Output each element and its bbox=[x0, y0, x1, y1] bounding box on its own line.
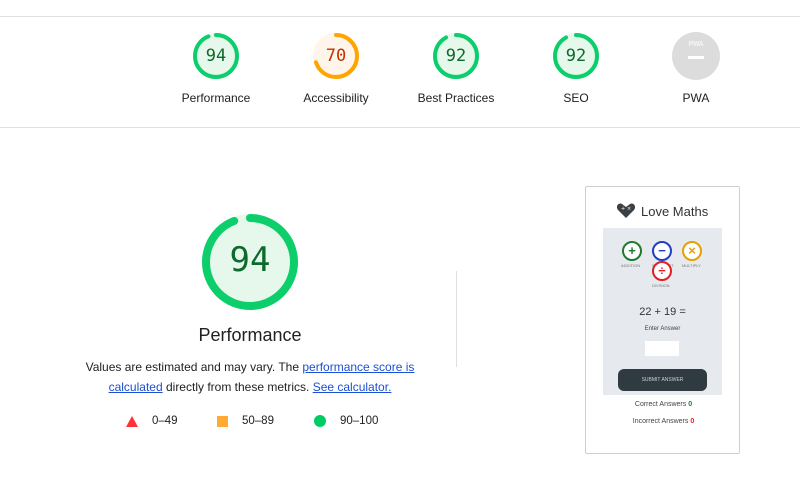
thumb-incorrect-label: Incorrect Answers bbox=[632, 418, 689, 425]
thumb-submit-button: SUBMIT ANSWER bbox=[618, 369, 707, 391]
multiply-icon: × bbox=[682, 241, 702, 261]
legend-range: 50–89 bbox=[242, 415, 274, 427]
svg-text:×: × bbox=[627, 206, 631, 212]
desc-text: Values are estimated and may vary. The bbox=[85, 360, 303, 374]
svg-text:+: + bbox=[621, 206, 625, 212]
gauge-ring: 70 bbox=[312, 32, 360, 80]
op-label: ADDITION bbox=[621, 263, 641, 268]
performance-title: Performance bbox=[198, 325, 302, 345]
gauge-score: 92 bbox=[565, 46, 587, 66]
addition-icon: + bbox=[622, 241, 642, 261]
gauge-label: SEO bbox=[563, 91, 589, 105]
gauge-ring: 94 bbox=[192, 32, 240, 80]
op-label: MULTIPLY bbox=[682, 263, 701, 268]
gauge-label: PWA bbox=[682, 91, 710, 105]
gauge-ring: 92 bbox=[432, 32, 480, 80]
thumb-enter-answer: Enter Answer bbox=[644, 326, 681, 332]
thumb-incorrect-value: 0 bbox=[690, 418, 695, 425]
gauge-score: 92 bbox=[445, 46, 467, 66]
pwa-dash bbox=[688, 56, 704, 59]
gauge-label: Best Practices bbox=[417, 91, 495, 105]
gauge-accessibility[interactable]: 70 Accessibility bbox=[276, 32, 396, 105]
performance-main-score: 94 bbox=[229, 240, 271, 280]
heart-logo-icon: + × bbox=[616, 203, 636, 218]
divider bbox=[456, 271, 457, 367]
legend-average: 50–89 bbox=[217, 415, 274, 427]
legend-range: 90–100 bbox=[340, 415, 379, 427]
thumb-answer-box bbox=[645, 341, 679, 356]
thumb-game-area: + ADDITION − SUBTRACT × MULTIPLY ÷ DIVIS… bbox=[603, 228, 722, 395]
op-label: DIVISION bbox=[652, 283, 670, 288]
gauge-seo[interactable]: 92 SEO bbox=[516, 32, 636, 105]
desc-text: directly from these metrics. bbox=[162, 380, 313, 394]
thumb-brand: + × Love Maths bbox=[616, 203, 708, 219]
gauge-pwa[interactable]: PWA PWA bbox=[636, 32, 756, 105]
legend-fail: 0–49 bbox=[126, 415, 178, 427]
gauge-performance[interactable]: 94 Performance bbox=[156, 32, 276, 105]
thumb-correct-label: Correct Answers bbox=[634, 401, 687, 408]
performance-description: Values are estimated and may vary. The p… bbox=[70, 357, 430, 397]
gauge-score: 70 bbox=[325, 46, 347, 66]
thumb-correct-value: 0 bbox=[688, 401, 693, 408]
pwa-badge-text: PWA bbox=[688, 41, 704, 48]
circle-icon bbox=[314, 415, 326, 427]
triangle-icon bbox=[126, 415, 138, 427]
pwa-badge-icon: PWA bbox=[672, 32, 720, 80]
division-icon: ÷ bbox=[652, 261, 672, 281]
gauge-label: Accessibility bbox=[303, 91, 369, 105]
gauge-ring: 92 bbox=[552, 32, 600, 80]
thumb-incorrect: Incorrect Answers 0 bbox=[586, 418, 741, 425]
gauge-score: 94 bbox=[205, 46, 227, 66]
thumb-equation: 22 + 19 = bbox=[639, 306, 686, 318]
gauge-label: Performance bbox=[181, 91, 251, 105]
gauge-best-practices[interactable]: 92 Best Practices bbox=[396, 32, 516, 105]
square-icon bbox=[217, 415, 228, 427]
final-screenshot-thumbnail[interactable]: + × Love Maths + ADDITION − SUBTRACT × M… bbox=[585, 186, 740, 454]
subtract-icon: − bbox=[652, 241, 672, 261]
thumb-brand-name: Love Maths bbox=[641, 203, 709, 219]
thumb-correct: Correct Answers 0 bbox=[586, 401, 741, 408]
see-calculator-link[interactable]: See calculator. bbox=[313, 380, 392, 394]
legend-pass: 90–100 bbox=[314, 415, 378, 427]
legend-range: 0–49 bbox=[152, 415, 178, 427]
